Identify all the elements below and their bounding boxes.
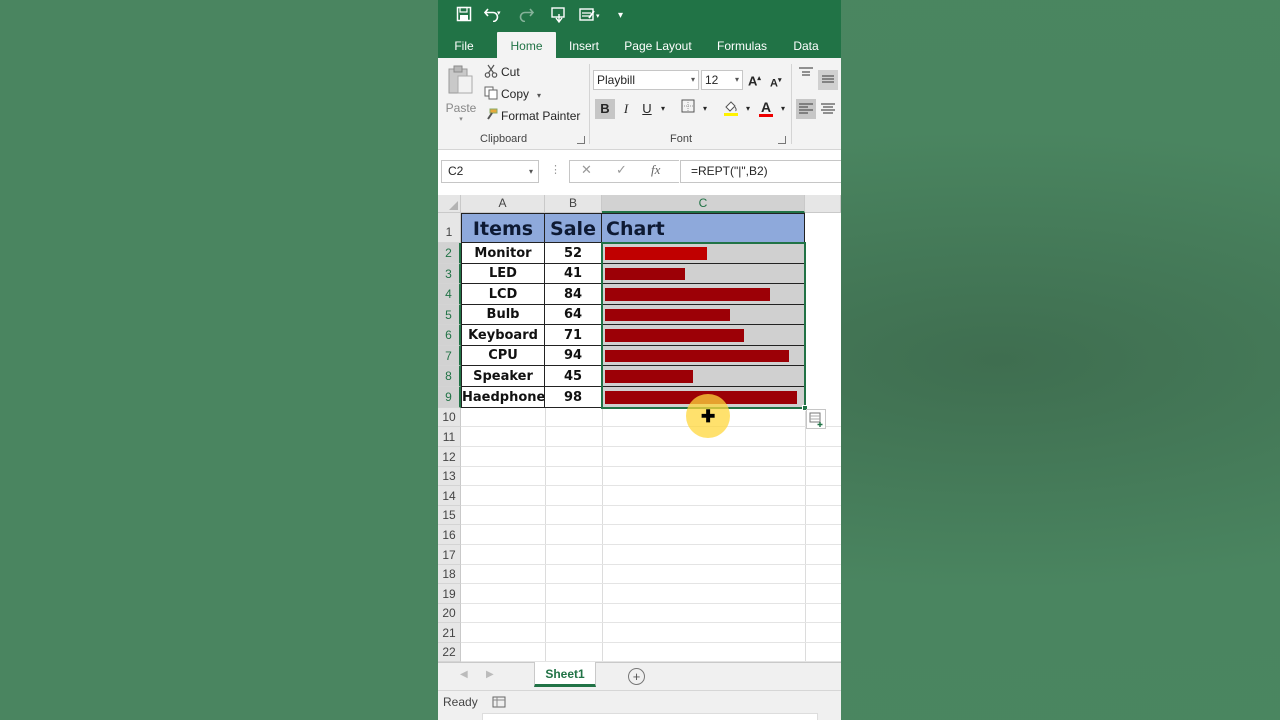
sale-cell[interactable]: 71	[545, 325, 602, 346]
gridline	[461, 505, 841, 506]
cursor-cross-icon: ✚	[701, 407, 716, 426]
add-sheet-icon[interactable]: +	[628, 668, 645, 685]
chart-cell[interactable]	[602, 264, 805, 284]
row-header[interactable]: 2	[438, 243, 461, 264]
gridline	[461, 426, 841, 427]
chart-cell[interactable]	[602, 366, 805, 387]
row-header[interactable]: 1	[438, 213, 461, 243]
macro-record-icon[interactable]	[492, 695, 506, 714]
column-header-b[interactable]: B	[545, 195, 602, 213]
data-bar	[605, 247, 707, 260]
gridline	[461, 622, 841, 623]
row-header[interactable]: 18	[438, 565, 461, 584]
sale-cell[interactable]: 64	[545, 305, 602, 325]
row-header[interactable]: 9	[438, 387, 461, 408]
item-cell[interactable]: Haedphone	[461, 387, 545, 408]
gridline	[461, 446, 841, 447]
row-header[interactable]: 16	[438, 525, 461, 545]
item-cell[interactable]: LED	[461, 264, 545, 284]
sale-cell[interactable]: 41	[545, 264, 602, 284]
sheet-tab-sheet1[interactable]: Sheet1	[534, 662, 596, 687]
chart-cell[interactable]	[602, 284, 805, 305]
row-header[interactable]: 11	[438, 427, 461, 447]
chart-cell[interactable]	[602, 325, 805, 346]
data-bar	[605, 370, 693, 383]
sale-cell[interactable]: 98	[545, 387, 602, 408]
gridline	[461, 466, 841, 467]
item-cell[interactable]: LCD	[461, 284, 545, 305]
scroll-left-icon[interactable]: ◀	[460, 669, 468, 680]
sheet-tab-bar: ◀ ▶ Sheet1 +	[438, 662, 841, 690]
header-cell-items[interactable]: Items	[461, 213, 545, 243]
column-header-d[interactable]: D	[805, 195, 841, 213]
item-cell[interactable]: Bulb	[461, 305, 545, 325]
gridline	[461, 603, 841, 604]
header-cell-chart[interactable]: Chart	[602, 213, 805, 243]
gridline	[461, 544, 841, 545]
data-bar	[605, 268, 685, 280]
header-cell-sale[interactable]: Sale	[545, 213, 602, 243]
horizontal-scrollbar[interactable]	[482, 713, 818, 720]
background-left	[0, 0, 438, 720]
row-header[interactable]: 17	[438, 545, 461, 565]
row-header[interactable]: 15	[438, 506, 461, 525]
quick-analysis-icon[interactable]	[806, 409, 826, 429]
data-bar	[605, 309, 730, 321]
column-header-a[interactable]: A	[461, 195, 545, 213]
chart-cell[interactable]	[602, 346, 805, 366]
scroll-right-icon[interactable]: ▶	[486, 669, 494, 680]
row-header[interactable]: 5	[438, 305, 461, 325]
excel-window: ▾ ▾ ▾ File Home Insert Page Layout Formu…	[438, 0, 841, 720]
row-header[interactable]: 13	[438, 467, 461, 486]
worksheet-grid: A B C D 12345678910111213141516171819202…	[438, 0, 841, 662]
gridline	[461, 642, 841, 643]
select-all-corner[interactable]	[438, 195, 461, 213]
gridline	[461, 564, 841, 565]
data-bar	[605, 288, 770, 301]
data-bar	[605, 329, 744, 342]
row-header[interactable]: 4	[438, 284, 461, 305]
item-cell[interactable]: CPU	[461, 346, 545, 366]
chart-cell[interactable]	[602, 305, 805, 325]
row-header[interactable]: 21	[438, 623, 461, 643]
item-cell[interactable]: Speaker	[461, 366, 545, 387]
row-header[interactable]: 12	[438, 447, 461, 467]
column-header-c[interactable]: C	[602, 195, 805, 213]
gridline	[461, 583, 841, 584]
row-header[interactable]: 14	[438, 486, 461, 506]
row-header[interactable]: 8	[438, 366, 461, 387]
row-header[interactable]: 19	[438, 584, 461, 604]
item-cell[interactable]: Monitor	[461, 243, 545, 264]
gridline	[461, 524, 841, 525]
status-bar: Ready	[438, 690, 841, 720]
sale-cell[interactable]: 45	[545, 366, 602, 387]
row-header[interactable]: 10	[438, 408, 461, 427]
row-header[interactable]: 7	[438, 346, 461, 366]
sale-cell[interactable]: 84	[545, 284, 602, 305]
sale-cell[interactable]: 94	[545, 346, 602, 366]
row-header[interactable]: 22	[438, 643, 461, 662]
chart-cell[interactable]	[602, 243, 805, 264]
status-text: Ready	[443, 695, 478, 709]
row-header[interactable]: 20	[438, 604, 461, 623]
item-cell[interactable]: Keyboard	[461, 325, 545, 346]
row-header[interactable]: 3	[438, 264, 461, 284]
sale-cell[interactable]: 52	[545, 243, 602, 264]
row-header[interactable]: 6	[438, 325, 461, 346]
data-bar	[605, 350, 789, 362]
gridline	[461, 485, 841, 486]
